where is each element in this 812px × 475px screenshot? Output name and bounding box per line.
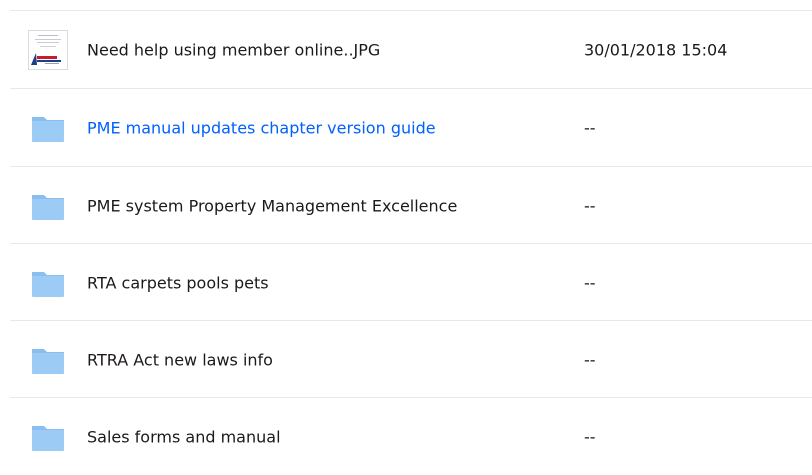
folder-icon xyxy=(28,417,68,457)
folder-icon xyxy=(28,186,68,226)
folder-row[interactable]: RTA carpets pools pets -- xyxy=(0,244,812,321)
folder-row[interactable]: Sales forms and manual -- xyxy=(0,398,812,475)
file-name[interactable]: Need help using member online..JPG xyxy=(87,40,380,59)
image-thumbnail-icon xyxy=(28,29,68,70)
modified-date: -- xyxy=(584,118,596,137)
modified-date: -- xyxy=(584,350,596,369)
folder-name[interactable]: RTA carpets pools pets xyxy=(87,273,269,292)
folder-icon xyxy=(28,108,68,148)
folder-name[interactable]: Sales forms and manual xyxy=(87,427,281,446)
modified-date: -- xyxy=(584,273,596,292)
folder-name[interactable]: RTRA Act new laws info xyxy=(87,350,273,369)
modified-date: -- xyxy=(584,196,596,215)
modified-date: 30/01/2018 15:04 xyxy=(584,40,728,59)
folder-row[interactable]: PME manual updates chapter version guide… xyxy=(0,89,812,166)
folder-name[interactable]: PME manual updates chapter version guide xyxy=(87,118,436,137)
file-row[interactable]: Need help using member online..JPG 30/01… xyxy=(0,11,812,88)
folder-icon xyxy=(28,340,68,380)
folder-row[interactable]: RTRA Act new laws info -- xyxy=(0,321,812,398)
folder-name[interactable]: PME system Property Management Excellenc… xyxy=(87,196,457,215)
folder-icon xyxy=(28,263,68,303)
modified-date: -- xyxy=(584,427,596,446)
folder-row[interactable]: PME system Property Management Excellenc… xyxy=(0,167,812,244)
